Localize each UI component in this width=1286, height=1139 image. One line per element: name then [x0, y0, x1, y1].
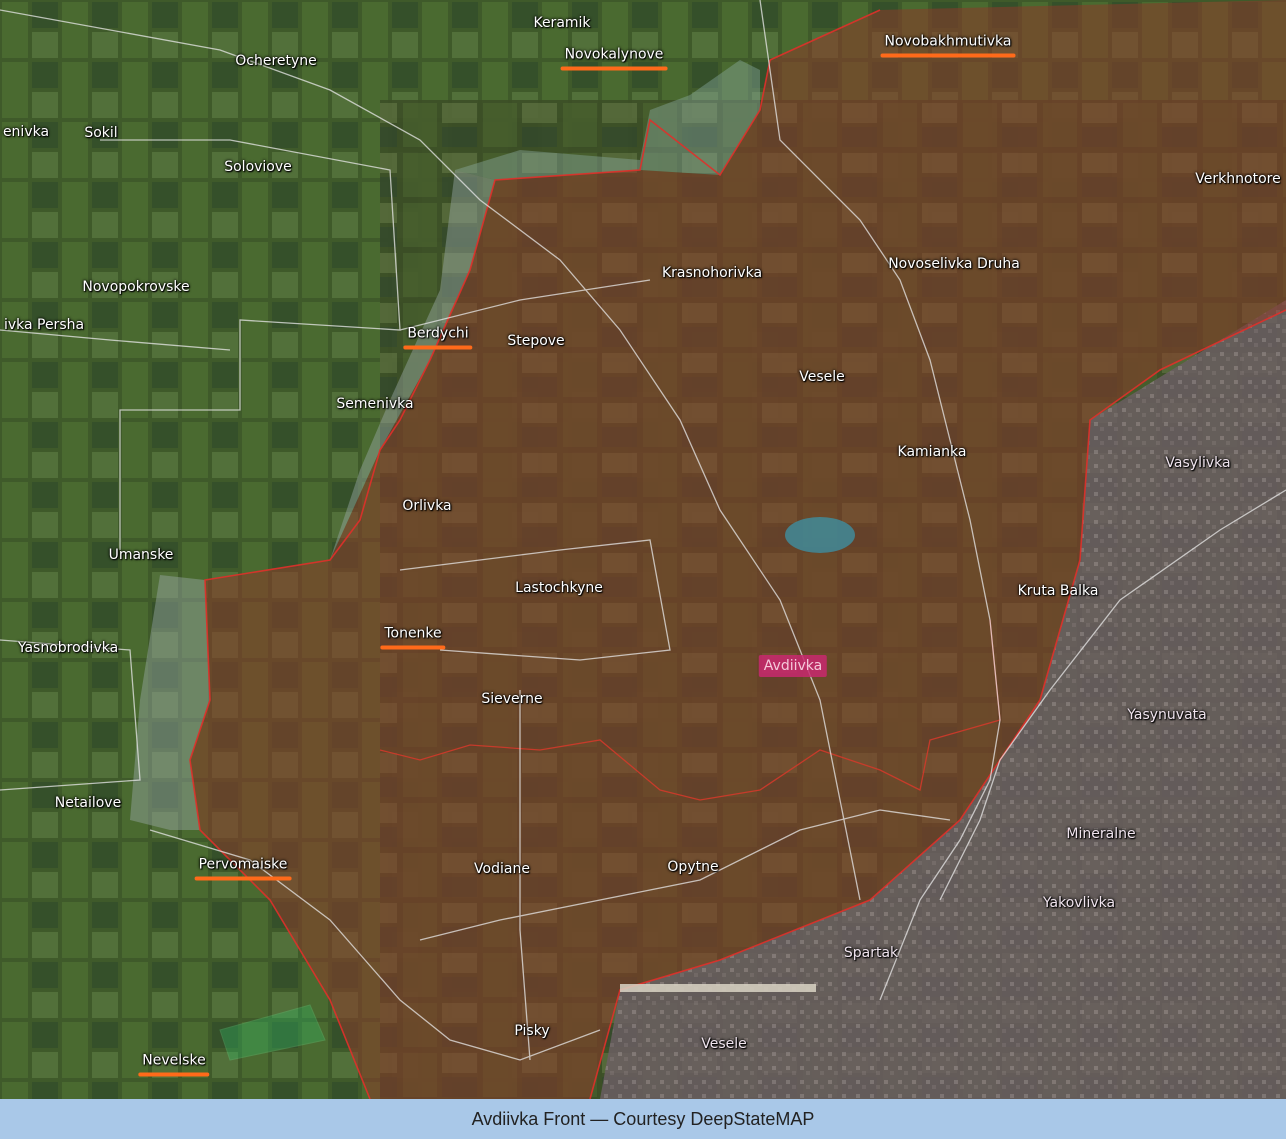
label-tonenke: Tonenke: [380, 625, 447, 650]
label-orlivka: Orlivka: [402, 498, 452, 514]
label-semenivka: Semenivka: [336, 396, 414, 412]
label-novopokrovske: Novopokrovske: [82, 279, 190, 295]
label-keramik: Keramik: [533, 15, 591, 31]
label-spartak: Spartak: [843, 945, 899, 961]
label-yasynuvata: Yasynuvata: [1127, 707, 1207, 723]
label-lastochkyne: Lastochkyne: [515, 580, 603, 596]
label-vesele-south: Vesele: [701, 1036, 747, 1052]
airport-runway: [620, 984, 816, 992]
label-stepove: Stepove: [507, 333, 565, 349]
label-pervomaiske: Pervomaiske: [194, 856, 292, 881]
label-avdiivka: Avdiivka: [758, 655, 828, 677]
label-yakovlivka: Yakovlivka: [1042, 895, 1116, 911]
label-sieverne: Sieverne: [481, 691, 543, 707]
label-ocheretyne: Ocheretyne: [235, 53, 317, 69]
label-sokil: Sokil: [84, 125, 118, 141]
label-kruta-balka: Kruta Balka: [1017, 583, 1099, 599]
pond: [785, 517, 855, 553]
label-novoselivka-persha: ivka Persha: [3, 317, 85, 333]
map-caption: Avdiivka Front — Courtesy DeepStateMAP: [0, 1099, 1286, 1139]
label-novoselivka-druha: Novoselivka Druha: [888, 256, 1020, 272]
label-novokalynove: Novokalynove: [560, 46, 668, 71]
label-novobakhmutivka: Novobakhmutivka: [880, 33, 1016, 58]
label-soloviove: Soloviove: [224, 159, 292, 175]
label-opytne: Opytne: [667, 859, 719, 875]
label-berdychi: Berdychi: [403, 325, 474, 350]
label-yasnobrodivka: Yasnobrodivka: [17, 640, 119, 656]
label-kamianka: Kamianka: [897, 444, 967, 460]
label-verkhnotoretske: Verkhnotore: [1195, 171, 1281, 187]
label-pisky: Pisky: [514, 1023, 550, 1039]
label-nevelske: Nevelske: [138, 1052, 211, 1077]
label-vesele-north: Vesele: [799, 369, 845, 385]
map-view[interactable]: Keramik Novokalynove Novobakhmutivka Och…: [0, 0, 1286, 1099]
label-semenivka-west: enivka: [2, 124, 50, 140]
label-umanske: Umanske: [108, 547, 174, 563]
satellite-base-layer: [0, 0, 1286, 1099]
caption-text: Avdiivka Front — Courtesy DeepStateMAP: [471, 1108, 815, 1129]
label-vodiane: Vodiane: [474, 861, 530, 877]
label-krasnohorivka: Krasnohorivka: [661, 265, 763, 281]
label-mineralne: Mineralne: [1066, 826, 1136, 842]
label-netailove: Netailove: [54, 795, 122, 811]
label-vasylivka: Vasylivka: [1165, 455, 1231, 471]
